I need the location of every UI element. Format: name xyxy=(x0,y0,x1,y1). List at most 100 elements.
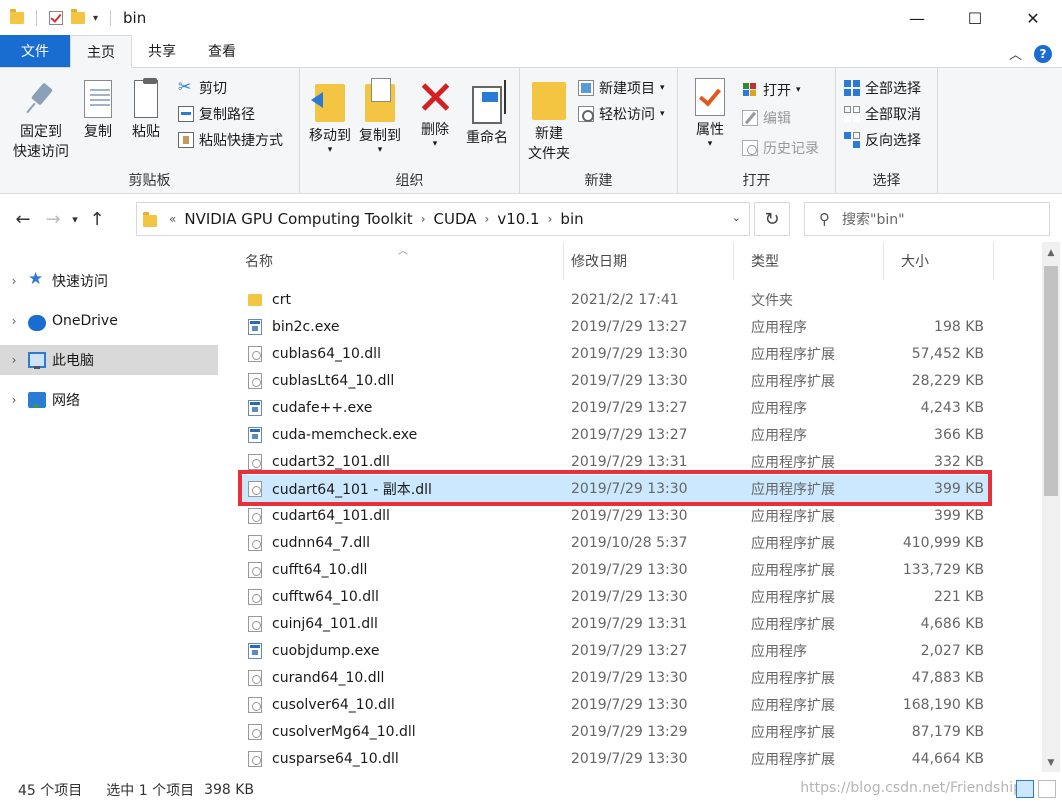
minimize-button[interactable]: — xyxy=(888,0,946,36)
column-header-type[interactable]: 类型 xyxy=(734,242,884,280)
table-row[interactable]: cufft64_10.dll 2019/7/29 13:30 应用程序扩展 133,7… xyxy=(240,556,992,583)
table-row[interactable]: cuinj64_101.dll 2019/7/29 13:31 应用程序扩展 4,68… xyxy=(240,610,992,637)
chevron-right-icon[interactable]: › xyxy=(0,274,28,288)
scroll-up-icon[interactable]: ▲ xyxy=(1042,244,1060,262)
move-to-button[interactable]: 移动到 ▾ xyxy=(306,78,354,155)
chevron-right-icon[interactable]: › xyxy=(546,212,555,226)
tab-home[interactable]: 主页 xyxy=(70,35,132,68)
table-row[interactable]: bin2c.exe 2019/7/29 13:27 应用程序 198 KB xyxy=(240,313,992,340)
maximize-button[interactable]: ☐ xyxy=(946,0,1004,36)
tab-share[interactable]: 共享 xyxy=(132,35,192,67)
paste-button[interactable]: 粘贴 xyxy=(128,78,164,142)
paste-shortcut-button[interactable]: 粘贴快捷方式 xyxy=(178,130,283,150)
table-row[interactable]: cudart64_101 - 副本.dll 2019/7/29 13:30 应用程序… xyxy=(240,475,992,502)
application-icon xyxy=(248,643,262,659)
application-icon xyxy=(248,319,262,335)
nav-item-quick-access[interactable]: › 快速访问 xyxy=(0,266,218,296)
column-header-date[interactable]: 修改日期 xyxy=(554,242,734,280)
easy-access-icon xyxy=(578,106,594,122)
nav-item-onedrive[interactable]: › OneDrive xyxy=(0,306,218,336)
details-view-icon[interactable] xyxy=(1016,780,1034,798)
cut-button[interactable]: 剪切 xyxy=(178,77,227,98)
easy-access-button[interactable]: 轻松访问 ▾ xyxy=(578,104,665,124)
invert-selection-button[interactable]: 反向选择 xyxy=(844,130,921,150)
rename-button[interactable]: 重命名 xyxy=(462,78,512,148)
delete-button[interactable]: 删除 ▾ xyxy=(418,78,452,149)
pin-quick-access-button[interactable]: 固定到 快速访问 xyxy=(8,80,74,162)
table-row[interactable]: curand64_10.dll 2019/7/29 13:30 应用程序扩展 47,8… xyxy=(240,664,992,691)
scroll-down-icon[interactable]: ▼ xyxy=(1042,754,1060,772)
table-row[interactable]: cudart32_101.dll 2019/7/29 13:31 应用程序扩展 332… xyxy=(240,448,992,475)
paste-shortcut-icon xyxy=(178,132,194,148)
scrollbar-thumb[interactable] xyxy=(1044,266,1058,496)
chevron-right-icon[interactable]: › xyxy=(419,212,428,226)
history-icon xyxy=(742,140,758,156)
select-all-button[interactable]: 全部选择 xyxy=(844,78,921,98)
file-type: 应用程序 xyxy=(751,319,807,336)
table-row[interactable]: cuobjdump.exe 2019/7/29 13:27 应用程序 2,027 KB xyxy=(240,637,992,664)
breadcrumb-item[interactable]: bin xyxy=(554,210,589,228)
table-row[interactable]: cufftw64_10.dll 2019/7/29 13:30 应用程序扩展 221 … xyxy=(240,583,992,610)
tab-view[interactable]: 查看 xyxy=(192,35,252,67)
table-row[interactable]: cudafe++.exe 2019/7/29 13:27 应用程序 4,243 KB xyxy=(240,394,992,421)
copy-to-button[interactable]: 复制到 ▾ xyxy=(356,78,404,155)
ribbon: 固定到 快速访问 复制 粘贴 剪切 复制路径 粘贴快捷方式 剪贴板 移动到 xyxy=(0,68,1062,194)
tab-file[interactable]: 文件 xyxy=(0,35,70,67)
table-row[interactable]: crt 2021/2/2 17:41 文件夹 xyxy=(240,286,992,313)
file-date: 2019/7/29 13:30 xyxy=(571,588,688,605)
table-row[interactable]: cublasLt64_10.dll 2019/7/29 13:30 应用程序扩展 28… xyxy=(240,367,992,394)
forward-arrow-icon[interactable]: → xyxy=(40,209,66,230)
new-folder-button[interactable]: 新建 文件夹 xyxy=(524,78,574,164)
chevron-down-icon[interactable]: ⌄ xyxy=(732,211,741,224)
up-arrow-icon[interactable]: ↑ xyxy=(84,209,110,230)
history-button[interactable]: 历史记录 xyxy=(742,138,819,158)
file-type: 应用程序扩展 xyxy=(751,535,835,552)
collapse-ribbon-icon[interactable]: ︿ xyxy=(1009,44,1022,63)
select-none-button[interactable]: 全部取消 xyxy=(844,104,921,124)
help-icon[interactable]: ? xyxy=(1034,44,1052,63)
properties-button[interactable]: 属性 ▾ xyxy=(690,78,730,149)
table-row[interactable]: cudnn64_7.dll 2019/10/28 5:37 应用程序扩展 410,99… xyxy=(240,529,992,556)
customize-toolbar-icon[interactable]: ▾ xyxy=(93,13,98,24)
table-row[interactable]: cusolverMg64_10.dll 2019/7/29 13:29 应用程序扩展… xyxy=(240,718,992,745)
copy-path-button[interactable]: 复制路径 xyxy=(178,104,255,124)
file-type: 应用程序扩展 xyxy=(751,724,835,741)
vertical-scrollbar[interactable]: ▲ ▼ xyxy=(1042,242,1060,772)
new-folder-icon[interactable] xyxy=(71,9,85,24)
new-item-button[interactable]: 新建项目 ▾ xyxy=(578,78,665,98)
table-row[interactable]: cusparse64_10.dll 2019/7/29 13:30 应用程序扩展 44… xyxy=(240,745,992,772)
file-type: 应用程序 xyxy=(751,427,807,444)
close-button[interactable]: ✕ xyxy=(1004,0,1062,36)
back-arrow-icon[interactable]: ← xyxy=(10,209,36,230)
open-button[interactable]: 打开 ▾ xyxy=(742,80,801,100)
breadcrumb-overflow[interactable]: « xyxy=(167,212,178,226)
chevron-right-icon[interactable]: › xyxy=(0,393,28,407)
copy-to-icon xyxy=(365,78,395,122)
nav-item-this-pc[interactable]: › 此电脑 xyxy=(0,345,218,375)
large-icons-view-icon[interactable] xyxy=(1038,780,1056,798)
copy-button[interactable]: 复制 xyxy=(80,80,116,142)
properties-check-icon[interactable] xyxy=(49,11,63,25)
file-name: cuda-memcheck.exe xyxy=(272,426,418,443)
table-row[interactable]: cublas64_10.dll 2019/7/29 13:30 应用程序扩展 57,4… xyxy=(240,340,992,367)
properties-icon xyxy=(695,78,725,116)
chevron-right-icon[interactable]: › xyxy=(0,314,28,328)
breadcrumb-item[interactable]: v10.1 xyxy=(491,210,545,228)
column-header-name[interactable]: 名称 xyxy=(228,242,564,280)
search-input[interactable]: ⚲ 搜索"bin" xyxy=(804,202,1050,236)
chevron-right-icon[interactable]: › xyxy=(483,212,492,226)
table-row[interactable]: cusolver64_10.dll 2019/7/29 13:30 应用程序扩展 16… xyxy=(240,691,992,718)
column-header-size[interactable]: 大小 xyxy=(884,242,994,280)
refresh-button[interactable]: ↻ xyxy=(754,202,790,236)
address-bar[interactable]: « NVIDIA GPU Computing Toolkit › CUDA › … xyxy=(136,202,750,236)
breadcrumb-item[interactable]: CUDA xyxy=(428,210,483,228)
breadcrumb-item[interactable]: NVIDIA GPU Computing Toolkit xyxy=(178,210,418,228)
chevron-right-icon[interactable]: › xyxy=(0,353,28,367)
file-type: 应用程序扩展 xyxy=(751,562,835,579)
recent-locations-icon[interactable]: ▾ xyxy=(66,213,84,226)
table-row[interactable]: cudart64_101.dll 2019/7/29 13:30 应用程序扩展 399… xyxy=(240,502,992,529)
table-row[interactable]: cuda-memcheck.exe 2019/7/29 13:27 应用程序 366 … xyxy=(240,421,992,448)
nav-item-network[interactable]: › 网络 xyxy=(0,385,218,415)
edit-button[interactable]: 编辑 xyxy=(742,108,791,128)
file-name: cudart64_101 - 副本.dll xyxy=(272,481,432,498)
